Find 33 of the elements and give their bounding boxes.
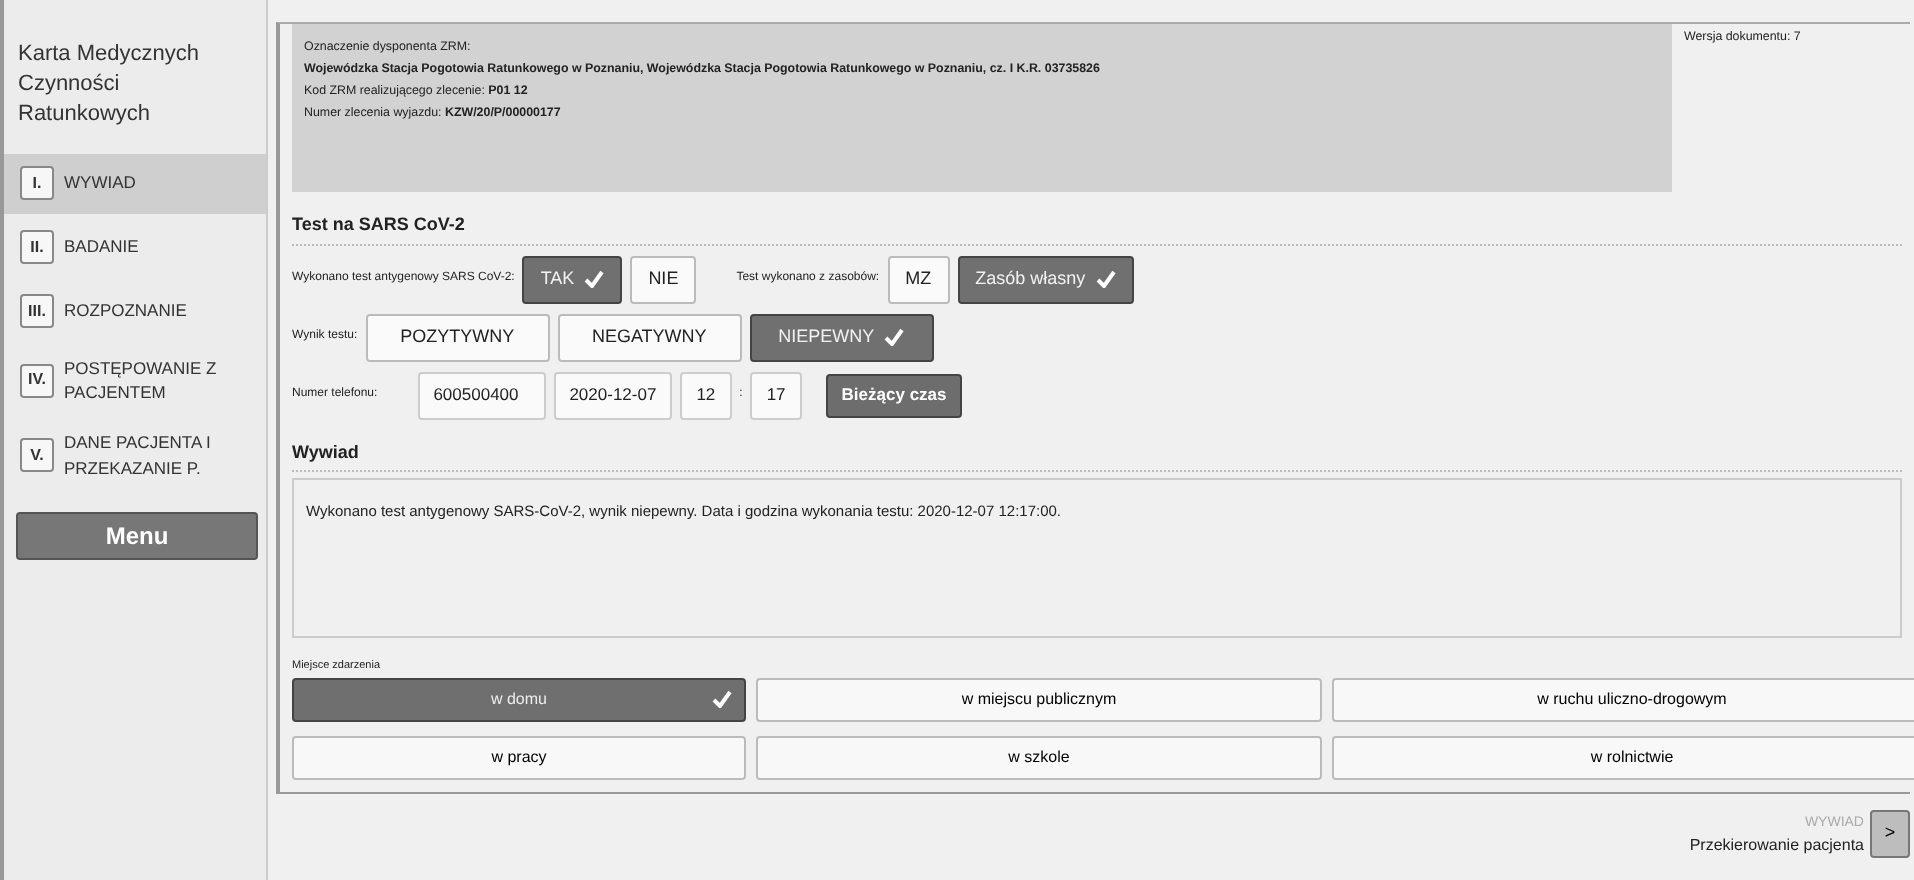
section-title: Wywiad bbox=[292, 419, 1902, 472]
option-button[interactable]: w miejscu publicznym bbox=[756, 678, 1322, 723]
option-button[interactable]: NIEPEWNY bbox=[749, 313, 934, 361]
menu-button[interactable]: Menu bbox=[16, 511, 258, 560]
option-button[interactable]: w ruchu uliczno-drogowym bbox=[1332, 678, 1914, 723]
check-icon bbox=[1095, 270, 1116, 288]
sidebar-item[interactable]: V. DANE PACJENTA I PRZEKAZANIE P. bbox=[4, 420, 266, 492]
hour-field[interactable]: 12 bbox=[680, 371, 732, 419]
option-button[interactable]: POZYTYWNY bbox=[365, 313, 550, 361]
sidebar-item[interactable]: IV. POSTĘPOWANIE Z PACJENTEM bbox=[4, 345, 266, 417]
option-button[interactable]: TAK bbox=[522, 255, 623, 303]
app-title: Karta Medycznych Czynności Ratunkowych bbox=[16, 40, 201, 130]
current-time-button[interactable]: Bieżący czas bbox=[825, 373, 963, 417]
check-icon bbox=[712, 690, 732, 709]
option-button[interactable]: NIE bbox=[630, 255, 697, 303]
check-icon bbox=[884, 328, 905, 346]
option-button[interactable]: w rolnictwie bbox=[1332, 736, 1914, 781]
phone-field[interactable]: 600500400 bbox=[417, 371, 546, 419]
option-button[interactable]: w domu bbox=[292, 678, 746, 723]
option-button[interactable]: w pracy bbox=[292, 736, 746, 781]
option-button[interactable]: Zasób własny bbox=[957, 255, 1134, 303]
minute-field[interactable]: 17 bbox=[750, 371, 802, 419]
next-label: Przekierowanie pacjenta bbox=[1689, 834, 1864, 858]
next-button[interactable]: > bbox=[1870, 810, 1910, 858]
option-button[interactable]: w szkole bbox=[756, 736, 1322, 781]
check-icon bbox=[584, 270, 605, 288]
date-field[interactable]: 2020-12-07 bbox=[553, 371, 673, 419]
option-button[interactable]: MZ bbox=[887, 255, 950, 303]
section-title: Test na SARS CoV-2 bbox=[292, 192, 1902, 245]
sidebar-item[interactable]: I. WYWIAD bbox=[4, 153, 266, 214]
option-button[interactable]: NEGATYWNY bbox=[557, 313, 742, 361]
sidebar-item[interactable]: III. ROZPOZNANIE bbox=[4, 281, 266, 342]
sidebar-item[interactable]: II. BADANIE bbox=[4, 217, 266, 278]
